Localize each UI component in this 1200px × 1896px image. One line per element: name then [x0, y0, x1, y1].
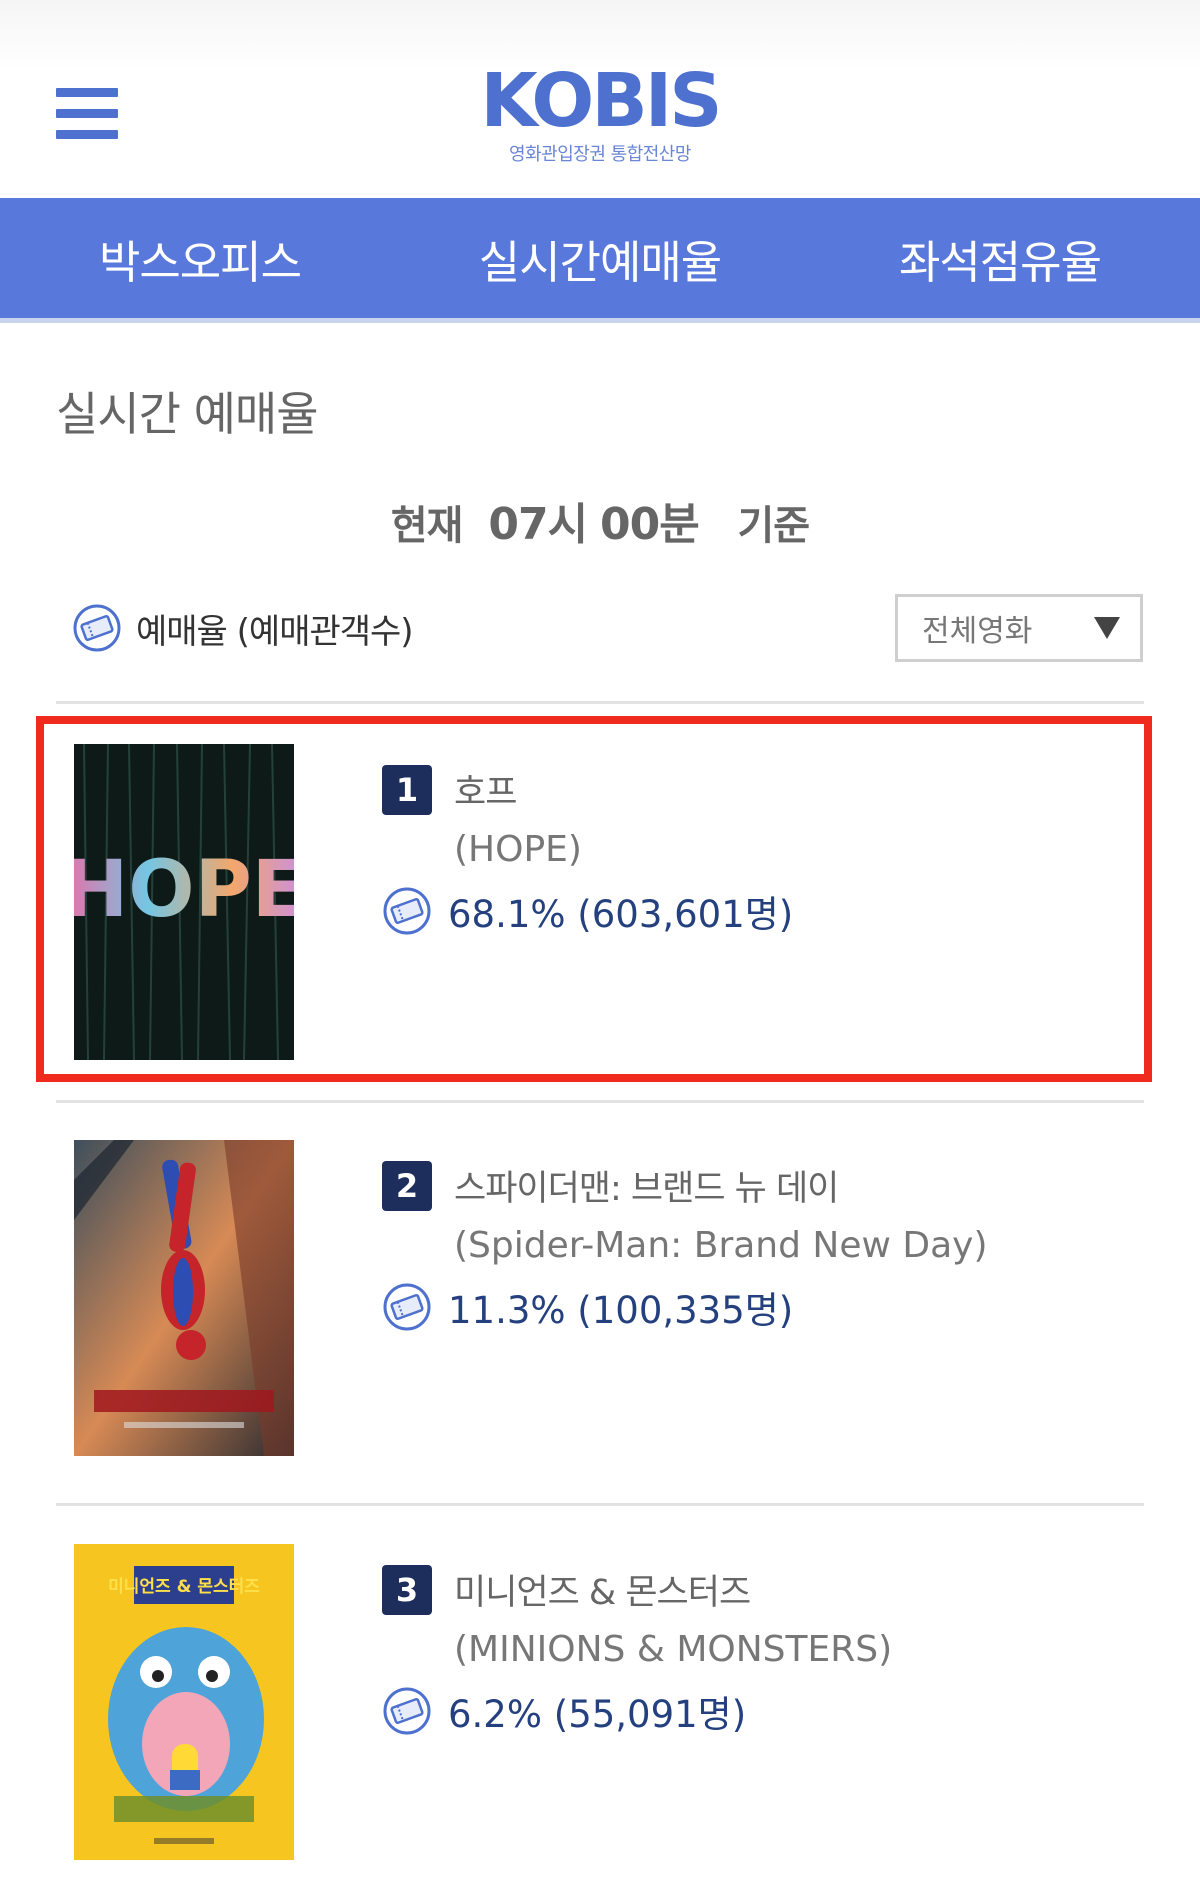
- ticket-icon: [383, 1687, 431, 1735]
- reservation-rate: 6.2% (55,091명): [382, 1684, 892, 1738]
- divider: [56, 1503, 1144, 1506]
- rank-badge: 3: [382, 1564, 432, 1615]
- rate-text: 6.2% (55,091명): [448, 1693, 747, 1736]
- main-nav: 박스오피스 실시간예매율 좌석점유율: [0, 198, 1200, 323]
- kobis-logo[interactable]: KOBIS 영화관입장권 통합전산망: [0, 60, 1200, 166]
- ticket-icon: [383, 1283, 431, 1331]
- movie-title-en: (Spider-Man: Brand New Day): [454, 1225, 988, 1266]
- minions-poster-art: 미니언즈 & 몬스터즈: [74, 1544, 294, 1860]
- tab-boxoffice[interactable]: 박스오피스: [0, 198, 400, 318]
- page-title: 실시간 예매율: [56, 387, 319, 441]
- movie-poster-minions[interactable]: 미니언즈 & 몬스터즈: [74, 1544, 294, 1860]
- movie-title-en: (MINIONS & MONSTERS): [454, 1629, 893, 1670]
- tab-realtime-reservation[interactable]: 실시간예매율: [400, 198, 800, 318]
- time-prefix: 현재: [390, 503, 464, 549]
- header: KOBIS 영화관입장권 통합전산망: [0, 0, 1200, 198]
- movie-info: 3 미니언즈 & 몬스터즈 (MINIONS & MONSTERS) 6.2% (…: [382, 1564, 892, 1738]
- tab-seat-occupancy[interactable]: 좌석점유율: [800, 198, 1200, 318]
- rate-text: 11.3% (100,335명): [448, 1289, 794, 1332]
- legend-label: 예매율 (예매관객수): [136, 611, 414, 652]
- svg-text:미니언즈 & 몬스터즈: 미니언즈 & 몬스터즈: [108, 1577, 260, 1597]
- spiderman-poster-art: [74, 1140, 294, 1456]
- time-reference: 현재 07시 00분 기준: [0, 488, 1200, 552]
- legend: 예매율 (예매관객수): [72, 603, 414, 653]
- list-item[interactable]: 미니언즈 & 몬스터즈 3 미니언즈 & 몬스터즈 (MINIONS & MONS…: [56, 1516, 1144, 1896]
- time-suffix: 기준: [737, 503, 811, 549]
- ticket-icon: [73, 604, 121, 652]
- dropdown-arrow-icon: [1094, 617, 1120, 639]
- movie-title-ko[interactable]: 스파이더맨: 브랜드 뉴 데이: [454, 1160, 839, 1211]
- divider: [56, 1100, 1144, 1103]
- movie-title-ko[interactable]: 미니언즈 & 몬스터즈: [454, 1564, 751, 1615]
- rank-badge: 2: [382, 1160, 432, 1211]
- movie-poster-spiderman[interactable]: [74, 1140, 294, 1456]
- movie-info: 2 스파이더맨: 브랜드 뉴 데이 (Spider-Man: Brand New …: [382, 1160, 988, 1334]
- time-hour: 07시: [488, 499, 588, 550]
- reservation-rate: 11.3% (100,335명): [382, 1280, 988, 1334]
- filter-selected-value: 전체영화: [922, 614, 1033, 649]
- divider: [56, 701, 1144, 704]
- logo-text: KOBIS: [480, 58, 722, 144]
- movie-filter-select[interactable]: 전체영화: [895, 594, 1143, 662]
- time-minute: 00분: [600, 499, 700, 550]
- highlight-box: [36, 716, 1152, 1082]
- list-item[interactable]: 2 스파이더맨: 브랜드 뉴 데이 (Spider-Man: Brand New …: [56, 1112, 1144, 1492]
- logo-subtitle: 영화관입장권 통합전산망: [509, 144, 691, 165]
